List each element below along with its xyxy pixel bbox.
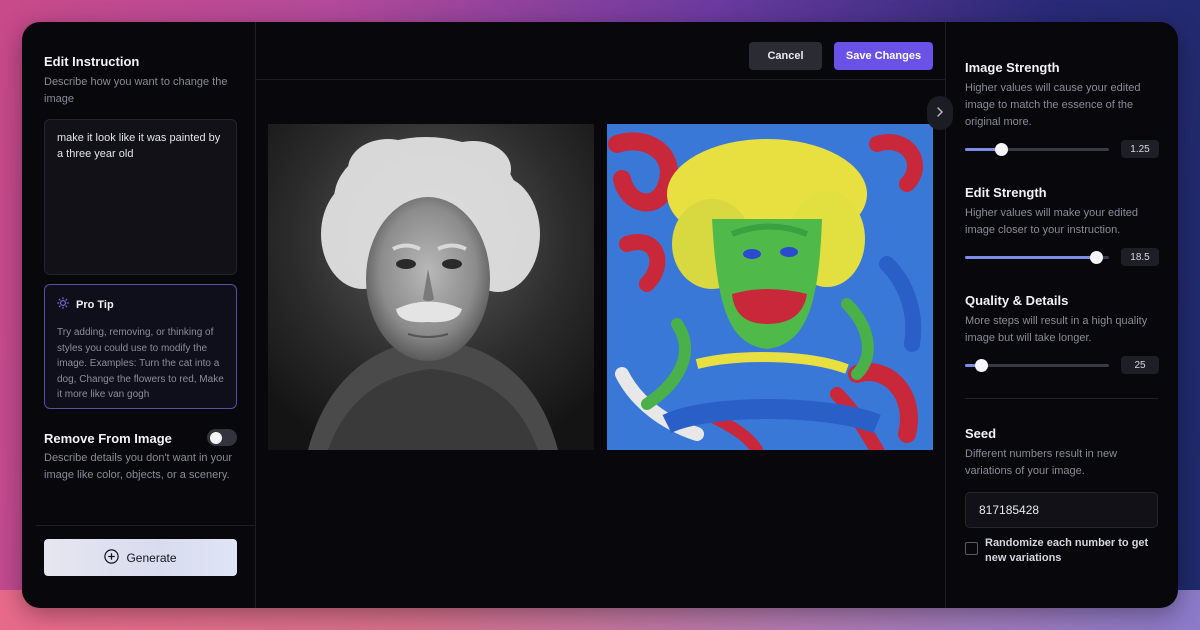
remove-from-image-description: Describe details you don't want in your … [44,452,232,481]
app-window: Edit Instruction Describe how you want t… [22,22,1178,608]
top-toolbar: Cancel Save Changes [256,22,945,80]
edit-strength-slider[interactable] [965,251,1109,264]
quality-section: Quality & Details More steps will result… [965,293,1165,347]
randomize-checkbox[interactable] [965,542,978,555]
instruction-description: Describe how you want to change the imag… [44,76,228,105]
plus-circle-icon [104,548,120,567]
seed-section: Seed Different numbers result in new var… [965,426,1165,480]
slider-thumb[interactable] [974,359,988,372]
edited-image [607,124,933,450]
generate-button[interactable]: Generate [44,539,237,576]
preview-area: Cancel Save Changes [256,22,945,608]
settings-panel: Image Strength Higher values will cause … [945,22,1178,608]
image-strength-description: Higher values will cause your edited ima… [965,82,1141,128]
pro-tip-card: Pro Tip Try adding, removing, or thinkin… [44,284,237,409]
instruction-panel: Edit Instruction Describe how you want t… [22,22,256,608]
sun-icon [57,296,69,314]
instruction-title: Edit Instruction [44,54,140,69]
remove-from-image-toggle[interactable] [207,429,237,446]
quality-value: 25 [1121,356,1159,374]
seed-input[interactable] [965,492,1158,528]
quality-slider[interactable] [965,359,1109,372]
edit-strength-value: 18.5 [1121,248,1159,266]
save-changes-button[interactable]: Save Changes [834,42,933,70]
quality-title: Quality & Details [965,293,1069,308]
original-image [268,124,594,450]
remove-from-image-title: Remove From Image [44,431,172,446]
edit-strength-section: Edit Strength Higher values will make yo… [965,185,1165,239]
randomize-label: Randomize each number to get new variati… [985,537,1149,564]
edit-strength-title: Edit Strength [965,185,1047,200]
slider-thumb[interactable] [1090,251,1104,264]
pro-tip-text: Try adding, removing, or thinking of sty… [57,327,224,401]
pro-tip-header: Pro Tip [57,296,224,314]
pro-tip-title: Pro Tip [76,299,114,311]
randomize-option[interactable]: Randomize each number to get new variati… [965,536,1165,566]
divider [36,525,256,526]
expand-panel-button[interactable] [927,96,953,130]
instruction-input[interactable]: make it look like it was painted by a th… [44,119,237,275]
image-strength-title: Image Strength [965,60,1060,75]
chevron-right-icon [936,104,944,122]
image-strength-slider[interactable] [965,143,1109,156]
seed-title: Seed [965,426,997,441]
slider-thumb[interactable] [995,143,1008,156]
slider-fill [965,256,1097,259]
seed-description: Different numbers result in new variatio… [965,448,1118,477]
cancel-button[interactable]: Cancel [749,42,822,70]
image-strength-section: Image Strength Higher values will cause … [965,60,1165,131]
image-strength-value: 1.25 [1121,140,1159,158]
generate-label: Generate [126,550,177,565]
edit-strength-description: Higher values will make your edited imag… [965,207,1139,236]
toggle-knob [210,431,222,444]
quality-description: More steps will result in a high quality… [965,315,1148,344]
divider [965,398,1158,399]
